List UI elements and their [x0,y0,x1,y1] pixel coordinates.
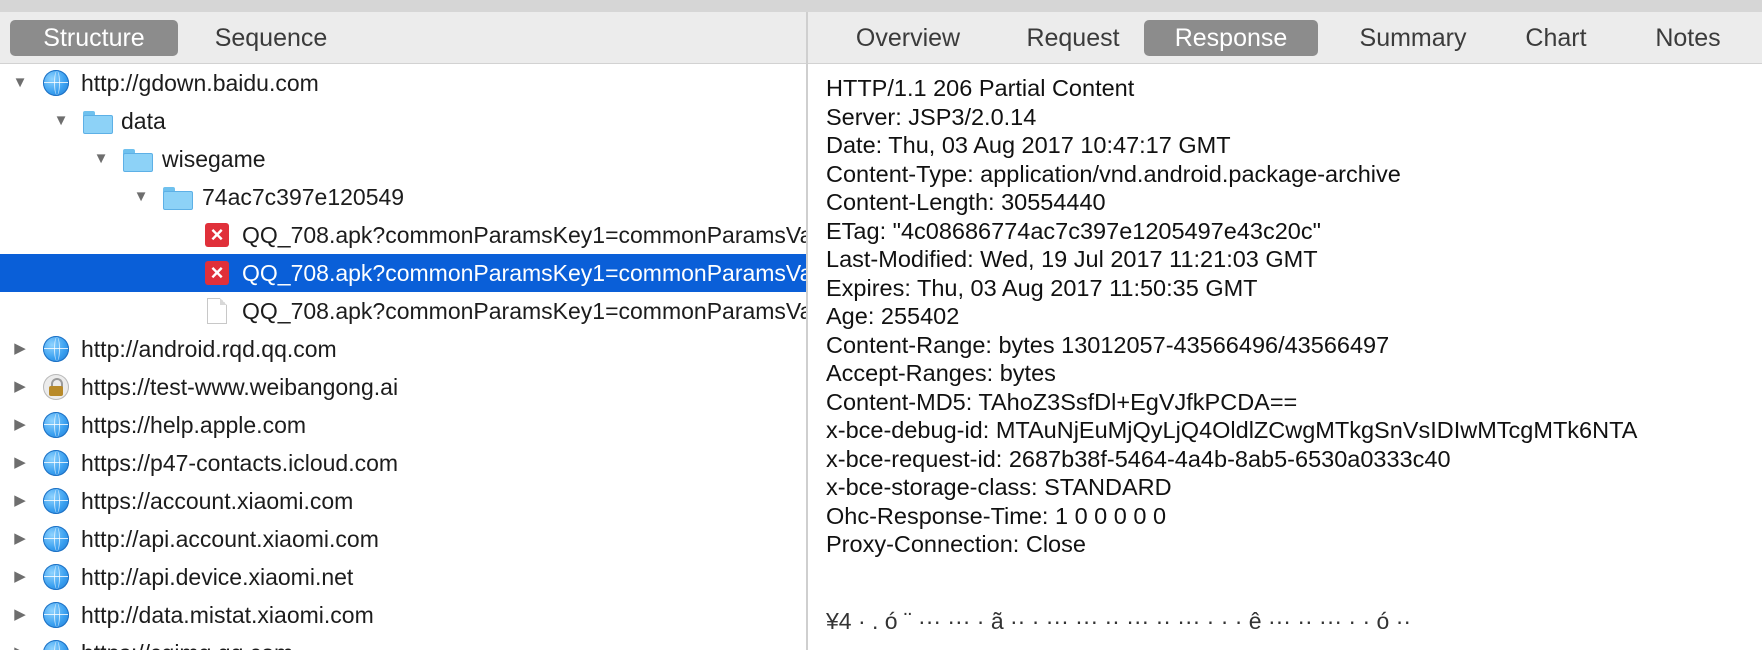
tree-row-label: http://api.device.xiaomi.net [81,564,354,590]
response-header-line: Last-Modified: Wed, 19 Jul 2017 11:21:03… [826,246,1318,272]
tree-row-label: https://test-www.weibangong.ai [81,374,399,400]
tree-row-label: https://help.apple.com [81,412,307,438]
tab-summary[interactable]: Summary [1338,20,1488,56]
response-header-line: Server: JSP3/2.0.14 [826,103,1037,130]
disclosure-expanded-icon[interactable]: ▼ [131,178,151,216]
document-icon [207,298,235,324]
tab-chart[interactable]: Chart [1502,20,1610,56]
tree-row-label: http://api.account.xiaomi.com [81,526,379,552]
tree-row-host[interactable]: ▶ http://api.device.xiaomi.net [0,558,806,596]
tree-row-label: 74ac7c397e120549 [202,184,405,210]
disclosure-collapsed-icon[interactable]: ▶ [10,520,30,558]
tree-row-host[interactable]: ▶ http://data.mistat.xiaomi.com [0,596,806,634]
response-headers: HTTP/1.1 206 Partial Content Server: JSP… [808,64,1762,559]
tree-row-request-selected[interactable]: × QQ_708.apk?commonParamsKey1=commonPara… [0,254,806,292]
tree-row-host[interactable]: ▶ http://android.rqd.qq.com [0,330,806,368]
tree-row-label: QQ_708.apk?commonParamsKey1=commonParams… [242,298,806,324]
left-tab-bar: Structure Sequence [0,12,806,64]
response-header-line: Ohc-Response-Time: 1 0 0 0 0 0 [826,502,1167,529]
error-icon: × [205,223,233,249]
response-header-line: Age: 255402 [826,303,960,329]
response-body-preview: ¥4 · . ó ¨ ··· ··· · ã ·· · ··· ··· ·· ·… [826,608,1412,634]
disclosure-expanded-icon[interactable]: ▼ [51,102,71,140]
tree-row-label: http://android.rqd.qq.com [81,336,337,362]
response-header-line: Proxy-Connection: Close [826,531,1086,557]
globe-icon [43,412,71,438]
tree-row-label: data [121,108,166,134]
response-header-line: ETag: "4c08686774ac7c397e1205497e43c20c" [826,217,1321,244]
tab-sequence[interactable]: Sequence [196,20,346,56]
detail-pane: Overview Request Response Summary Chart … [808,12,1762,650]
response-header-line: Accept-Ranges: bytes [826,360,1056,386]
disclosure-collapsed-icon[interactable]: ▶ [10,330,30,368]
response-header-line: Date: Thu, 03 Aug 2017 10:47:17 GMT [826,132,1231,158]
tab-request[interactable]: Request [1000,20,1146,56]
tree-row-label: https://p47-contacts.icloud.com [81,450,399,476]
disclosure-collapsed-icon[interactable]: ▶ [10,596,30,634]
tree-row-host[interactable]: ▶ http://api.account.xiaomi.com [0,520,806,558]
response-header-line: x-bce-debug-id: MTAuNjEuMjQyLjQ4OldlZCwg… [826,417,1638,443]
response-header-line: x-bce-storage-class: STANDARD [826,474,1172,500]
tree-row-label: wisegame [162,146,266,172]
lock-icon [43,374,71,400]
response-header-line: Content-Length: 30554440 [826,189,1106,215]
tree-row-folder[interactable]: ▼ wisegame [0,140,806,178]
globe-icon [43,488,71,514]
tree-row-host[interactable]: ▶ https://account.xiaomi.com [0,482,806,520]
structure-pane: Structure Sequence ▼ http://gdown.baidu.… [0,12,806,650]
disclosure-collapsed-icon[interactable]: ▶ [10,558,30,596]
disclosure-expanded-icon[interactable]: ▼ [10,64,30,102]
disclosure-collapsed-icon[interactable]: ▶ [10,634,30,650]
response-header-line: HTTP/1.1 206 Partial Content [826,75,1135,101]
response-header-line: Content-Range: bytes 13012057-43566496/4… [826,331,1390,358]
folder-icon [163,184,193,210]
response-header-line: Content-MD5: TAhoZ3SsfDl+EgVJfkPCDA== [826,388,1298,415]
globe-icon [43,450,71,476]
tree-row-label: http://data.mistat.xiaomi.com [81,602,374,628]
globe-icon [43,564,71,590]
tree-row-label: https://account.xiaomi.com [81,488,354,514]
tree-row-host[interactable]: ▶ https://help.apple.com [0,406,806,444]
tree-row-host[interactable]: ▶ https://cgimg.qq.com [0,634,806,650]
disclosure-collapsed-icon[interactable]: ▶ [10,482,30,520]
error-icon: × [205,261,233,287]
right-tab-bar: Overview Request Response Summary Chart … [808,12,1762,64]
tree-row-host[interactable]: ▶ https://test-www.weibangong.ai [0,368,806,406]
tree-row-folder[interactable]: ▼ data [0,102,806,140]
disclosure-collapsed-icon[interactable]: ▶ [10,406,30,444]
globe-icon [43,336,71,362]
tree-row-label: QQ_708.apk?commonParamsKey1=commonParams… [242,260,806,286]
folder-icon [123,146,153,172]
tree-row-host[interactable]: ▼ http://gdown.baidu.com [0,64,806,102]
tab-response[interactable]: Response [1144,20,1318,56]
globe-icon [43,70,71,96]
response-header-line: x-bce-request-id: 2687b38f-5464-4a4b-8ab… [826,445,1451,472]
tree-row-label: QQ_708.apk?commonParamsKey1=commonParams… [242,222,806,248]
tab-structure[interactable]: Structure [10,20,178,56]
tree-row-request[interactable]: QQ_708.apk?commonParamsKey1=commonParams… [0,292,806,330]
response-header-line: Content-Type: application/vnd.android.pa… [826,160,1401,187]
tab-overview[interactable]: Overview [828,20,988,56]
response-header-line: Expires: Thu, 03 Aug 2017 11:50:35 GMT [826,274,1258,301]
globe-icon [43,602,71,628]
globe-icon [43,526,71,552]
folder-icon [83,108,113,134]
disclosure-collapsed-icon[interactable]: ▶ [10,368,30,406]
tree-row-label: http://gdown.baidu.com [81,70,319,96]
host-tree: ▼ http://gdown.baidu.com ▼ data ▼ wisega… [0,64,806,650]
disclosure-collapsed-icon[interactable]: ▶ [10,444,30,482]
tree-row-label: https://cgimg.qq.com [81,634,293,650]
tree-row-host[interactable]: ▶ https://p47-contacts.icloud.com [0,444,806,482]
tree-row-request[interactable]: × QQ_708.apk?commonParamsKey1=commonPara… [0,216,806,254]
disclosure-expanded-icon[interactable]: ▼ [91,140,111,178]
tree-row-folder[interactable]: ▼ 74ac7c397e120549 [0,178,806,216]
globe-icon [43,640,71,650]
tab-notes[interactable]: Notes [1632,20,1744,56]
